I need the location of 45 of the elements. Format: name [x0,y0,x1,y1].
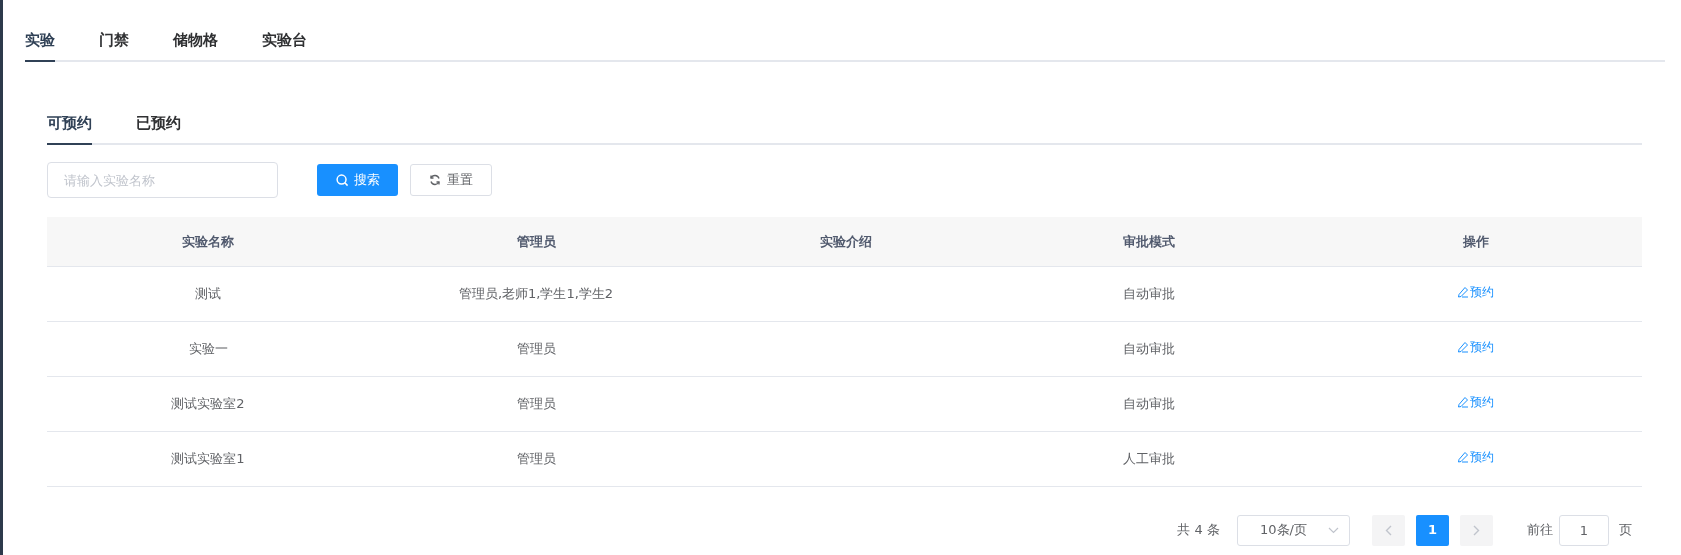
tab[interactable]: 实验台 [262,28,307,62]
column-header: 管理员 [516,233,556,249]
reserve-link[interactable]: 预约 [1457,283,1494,302]
pencil-icon [1457,451,1469,464]
table-cell: 自动审批 [1123,285,1175,301]
page-size-select[interactable]: 10条/页 [1237,514,1350,546]
reset-button[interactable]: 重置 [410,164,492,196]
table-cell: 管理员 [516,450,556,466]
page-suffix: 页 [1619,521,1632,540]
reserve-link[interactable]: 预约 [1457,448,1494,467]
column-header: 实验介绍 [820,233,872,249]
chevron-left-icon [1385,524,1392,536]
column-header: 审批模式 [1123,233,1175,249]
previous-page-button[interactable] [1372,514,1405,546]
pencil-icon [1457,341,1469,354]
refresh-icon [429,174,441,186]
table-cell: 管理员,老师1,学生1,学生2 [458,285,614,301]
search-field[interactable]: 请输入实验名称 [47,162,278,198]
pencil-icon [1457,396,1469,409]
reserve-link[interactable]: 预约 [1457,338,1494,357]
goto-label: 前往 [1527,521,1553,540]
tab[interactable]: 可预约 [47,111,92,145]
table-cell: 测试实验室1 [171,450,245,466]
pencil-icon [1457,286,1469,299]
table-cell: 人工审批 [1123,450,1175,466]
table-cell: 管理员 [516,340,556,356]
table-cell: 测试 [195,285,221,301]
tab[interactable]: 实验 [25,28,55,62]
total-count: 共 4 条 [1177,521,1220,540]
page-number-field[interactable]: 1 [1559,514,1609,546]
reserve-link[interactable]: 预约 [1457,393,1494,412]
table-cell: 测试实验室2 [171,395,245,411]
chevron-right-icon [1473,524,1480,536]
table-cell: 自动审批 [1123,395,1175,411]
column-header: 操作 [1462,233,1489,249]
search-icon [335,173,349,187]
table-cell: 管理员 [516,395,556,411]
column-header: 实验名称 [182,233,234,249]
tab[interactable]: 已预约 [136,111,181,145]
tab[interactable]: 储物格 [173,28,218,62]
table-cell: 自动审批 [1123,340,1175,356]
chevron-down-icon [1328,526,1339,534]
table-cell: 实验一 [188,340,228,356]
tab[interactable]: 门禁 [99,28,129,62]
next-page-button[interactable] [1460,514,1493,546]
